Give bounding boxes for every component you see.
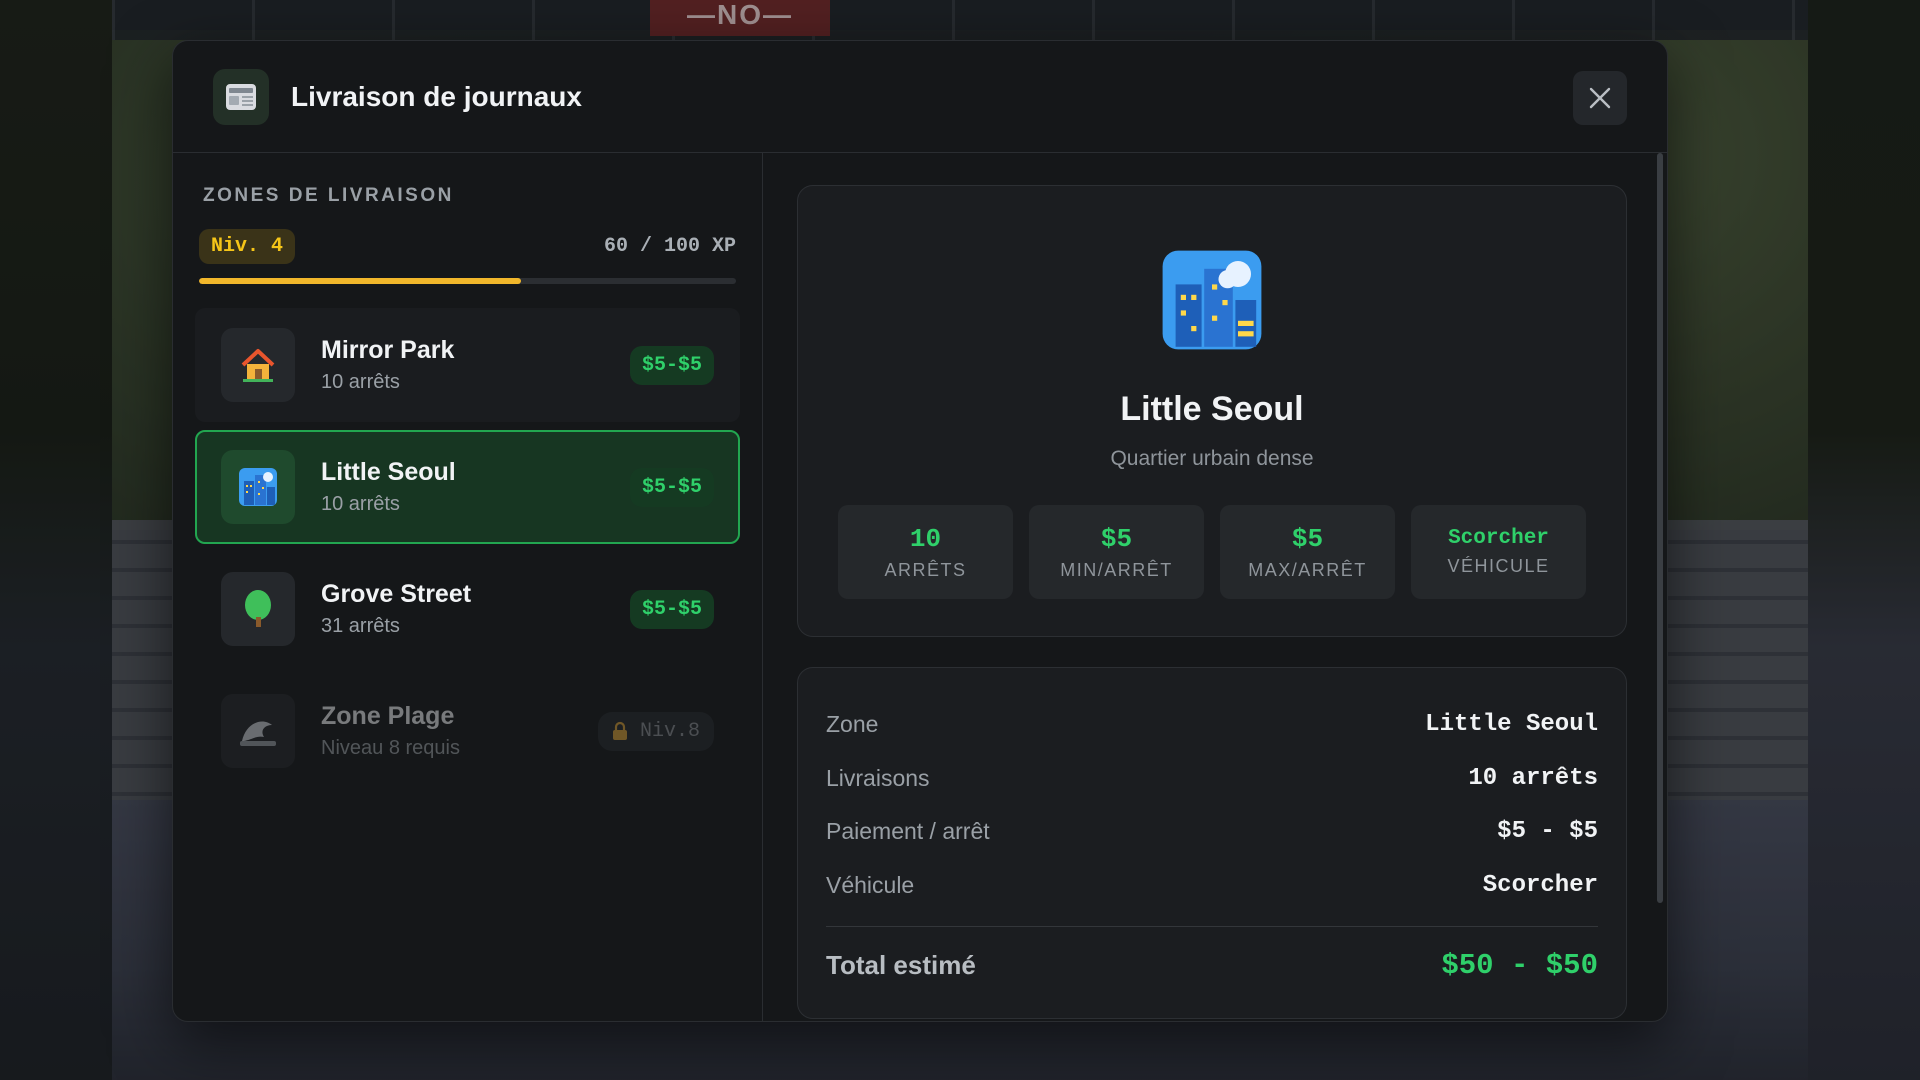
summary-total-label: Total estimé [826,950,976,981]
stat-value: Scorcher [1448,527,1549,550]
stats-row: 10 ARRÊTS $5 MIN/ARRÊT $5 MAX/ARRÊT Scor… [838,505,1586,599]
summary-divider [826,926,1598,927]
summary-label: Véhicule [826,871,915,898]
tree-icon [221,572,295,646]
zone-info: Mirror Park 10 arrêts [321,336,630,394]
summary-label: Paiement / arrêt [826,818,990,845]
close-icon [1589,87,1611,109]
zone-lock-badge: Niv.8 [597,711,714,751]
zone-stops: 31 arrêts [321,615,400,637]
summary-label: Livraisons [826,764,930,791]
xp-text: 60 / 100 XP [603,235,736,258]
delivery-modal: Livraison de journaux ZONES DE LIVRAISON… [172,40,1668,1022]
city-icon [221,450,295,524]
modal-header: Livraison de journaux [173,41,1667,153]
xp-progress-fill [199,278,522,284]
zone-stops: 10 arrêts [321,371,400,393]
zones-section-title: ZONES DE LIVRAISON [203,185,454,206]
zone-name: Zone Plage [321,702,455,730]
stat-min-per-stop: $5 MIN/ARRÊT [1029,505,1204,599]
summary-label: Zone [826,711,879,738]
zone-requirement: Niveau 8 requis [321,737,460,759]
zone-item-grove-street[interactable]: Grove Street 31 arrêts $5-$5 [195,552,740,666]
zone-item-mirror-park[interactable]: Mirror Park 10 arrêts $5-$5 [195,308,740,422]
zone-stops: 10 arrêts [321,493,400,515]
xp-progress-bar [199,278,736,284]
summary-value: 10 arrêts [1468,764,1598,792]
stat-value: $5 [1100,523,1133,554]
summary-card: Zone Little Seoul Livraisons 10 arrêts P… [797,667,1627,1019]
close-button[interactable] [1573,71,1627,125]
lock-icon [612,721,627,740]
zone-price-badge: $5-$5 [629,589,714,629]
zone-lock-level: Niv.8 [639,719,700,743]
wave-icon [221,694,295,768]
details-panel: Little Seoul Quartier urbain dense 10 AR… [763,153,1667,1021]
city-icon [1160,248,1264,352]
zones-panel: ZONES DE LIVRAISON Niv. 4 60 / 100 XP Mi… [173,153,763,1021]
newspaper-icon [213,68,269,125]
detail-zone-name: Little Seoul [1120,390,1304,428]
zone-detail-card: Little Seoul Quartier urbain dense 10 AR… [797,185,1627,637]
stat-label: VÉHICULE [1447,556,1550,576]
stat-label: MIN/ARRÊT [1060,559,1173,580]
stat-label: MAX/ARRÊT [1248,559,1367,580]
zone-item-little-seoul[interactable]: Little Seoul 10 arrêts $5-$5 [195,430,740,544]
summary-value: Scorcher [1482,871,1598,899]
stat-value: 10 [909,523,942,554]
level-row: Niv. 4 60 / 100 XP [199,229,736,264]
house-icon [221,328,295,402]
stat-label: ARRÊTS [884,559,967,580]
zone-name: Grove Street [321,580,472,608]
modal-title: Livraison de journaux [291,80,582,112]
modal-body: ZONES DE LIVRAISON Niv. 4 60 / 100 XP Mi… [173,153,1667,1021]
detail-zone-description: Quartier urbain dense [1110,447,1314,470]
level-badge: Niv. 4 [199,229,296,264]
summary-total-value: $50 - $50 [1441,949,1598,983]
zone-info: Zone Plage Niveau 8 requis [321,702,598,760]
zone-name: Little Seoul [321,458,456,486]
summary-value: $5 - $5 [1497,818,1598,846]
summary-row-vehicle: Véhicule Scorcher [826,859,1598,913]
zone-price-badge: $5-$5 [629,467,714,507]
zone-info: Grove Street 31 arrêts [321,580,630,638]
summary-row-deliveries: Livraisons 10 arrêts [826,752,1598,806]
summary-row-payment: Paiement / arrêt $5 - $5 [826,805,1598,859]
stat-value: $5 [1291,523,1324,554]
zone-name: Mirror Park [321,336,455,364]
stat-vehicle: Scorcher VÉHICULE [1411,505,1586,599]
zone-info: Little Seoul 10 arrêts [321,458,630,516]
details-scrollbar[interactable] [1657,153,1663,903]
summary-row-zone: Zone Little Seoul [826,698,1598,752]
zone-item-zone-plage: Zone Plage Niveau 8 requis Niv.8 [195,674,740,788]
stat-stops: 10 ARRÊTS [838,505,1013,599]
summary-row-total: Total estimé $50 - $50 [826,939,1598,993]
stat-max-per-stop: $5 MAX/ARRÊT [1220,505,1395,599]
zone-price-badge: $5-$5 [629,345,714,385]
summary-value: Little Seoul [1425,711,1598,739]
